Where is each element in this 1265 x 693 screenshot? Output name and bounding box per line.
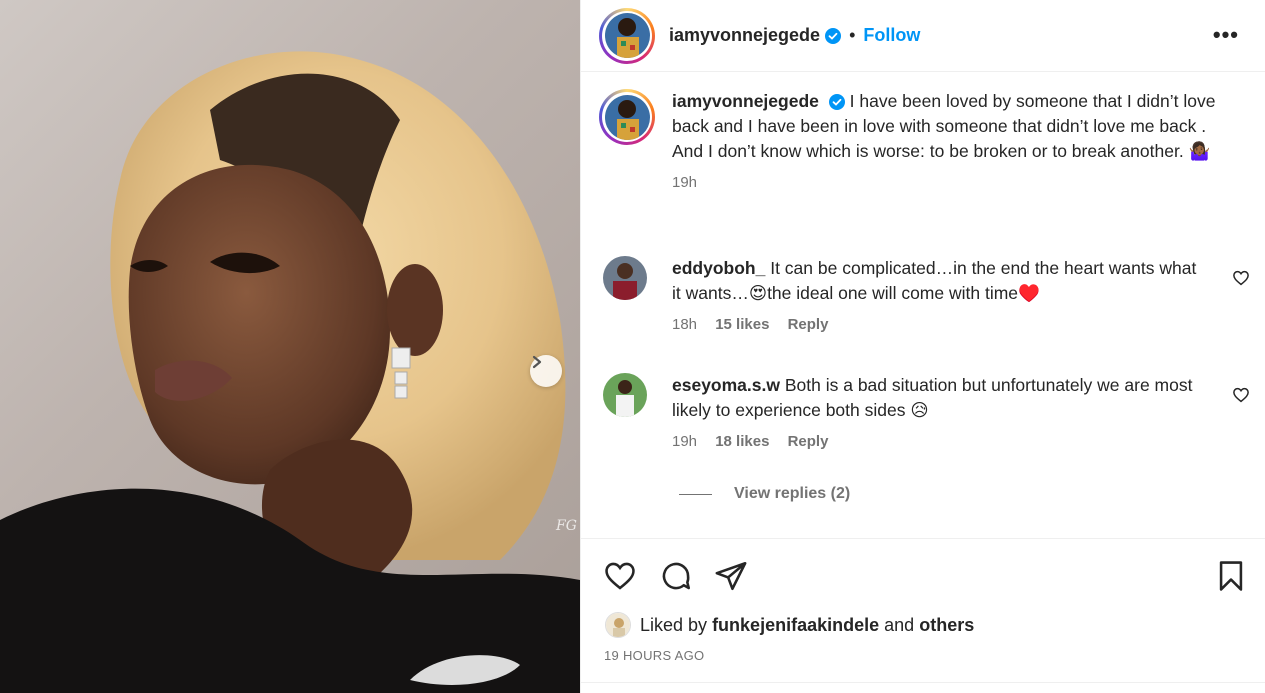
caption-time[interactable]: 19h <box>672 174 697 191</box>
liker-avatar-image <box>606 613 630 637</box>
divider <box>581 682 1265 683</box>
heart-icon[interactable] <box>1232 269 1250 287</box>
reply-button[interactable]: Reply <box>788 433 829 450</box>
comment-item: eddyoboh_ It can be complicated…in the e… <box>603 256 1202 333</box>
view-replies-button[interactable]: View replies (2) <box>679 485 850 503</box>
caption-avatar[interactable] <box>599 89 655 145</box>
reply-button[interactable]: Reply <box>788 316 829 333</box>
comment-likes[interactable]: 18 likes <box>715 433 769 450</box>
post-image[interactable]: FG <box>0 0 580 693</box>
heart-icon[interactable] <box>603 559 637 593</box>
bookmark-icon[interactable] <box>1214 559 1248 593</box>
commenter-avatar[interactable] <box>603 256 647 300</box>
liked-by-middle: and <box>884 614 915 635</box>
caption-meta: 19h <box>672 174 1232 191</box>
more-options-icon[interactable]: ••• <box>1213 22 1239 48</box>
likes-summary: Liked by funkejenifaakindele and others <box>605 612 974 638</box>
comment-meta: 19h 18 likes Reply <box>672 433 1202 450</box>
post-header: iamyvonnejegede • Follow ••• <box>581 0 1265 72</box>
comment-username[interactable]: eddyoboh_ <box>672 258 765 278</box>
photographer-watermark: FG <box>556 518 577 534</box>
comments-section: iamyvonnejegede I have been loved by som… <box>581 73 1265 538</box>
comment-time[interactable]: 18h <box>672 316 697 333</box>
share-icon[interactable] <box>714 559 748 593</box>
portrait-illustration <box>0 51 580 693</box>
caption-avatar-image <box>604 94 650 140</box>
next-slide-button[interactable] <box>530 355 562 387</box>
view-replies-line <box>679 493 712 495</box>
verified-badge-icon <box>825 27 842 44</box>
comment-likes[interactable]: 15 likes <box>715 316 769 333</box>
action-bar <box>581 538 1265 608</box>
liked-by-prefix: Liked by <box>640 614 708 635</box>
caption-username[interactable]: iamyvonnejegede <box>672 91 819 111</box>
liked-by-others[interactable]: others <box>919 615 974 636</box>
commenter-avatar[interactable] <box>603 373 647 417</box>
post-time[interactable]: 19 HOURS AGO <box>604 648 704 663</box>
commenter-avatar-image <box>603 256 647 300</box>
commenter-avatar-image <box>603 373 647 417</box>
chevron-right-icon <box>532 355 542 369</box>
heart-icon[interactable] <box>1232 386 1250 404</box>
author-avatar-image <box>604 13 650 58</box>
follow-button[interactable]: Follow <box>863 25 920 46</box>
verified-badge-icon <box>828 94 845 111</box>
author-username[interactable]: iamyvonnejegede <box>669 25 820 46</box>
comment-username[interactable]: eseyoma.s.w <box>672 375 780 395</box>
comment-item: eseyoma.s.w Both is a bad situation but … <box>603 373 1202 450</box>
author-avatar[interactable] <box>599 7 655 64</box>
liked-by-user[interactable]: funkejenifaakindele <box>712 615 879 636</box>
post-caption: iamyvonnejegede I have been loved by som… <box>599 89 1232 191</box>
comment-icon[interactable] <box>659 559 693 593</box>
view-replies-label: View replies (2) <box>734 485 851 502</box>
post-detail-panel: iamyvonnejegede • Follow ••• iamyvonneje… <box>580 0 1265 693</box>
separator-dot: • <box>849 25 856 45</box>
comment-meta: 18h 15 likes Reply <box>672 316 1202 333</box>
comment-time[interactable]: 19h <box>672 433 697 450</box>
liker-avatar[interactable] <box>605 612 631 638</box>
